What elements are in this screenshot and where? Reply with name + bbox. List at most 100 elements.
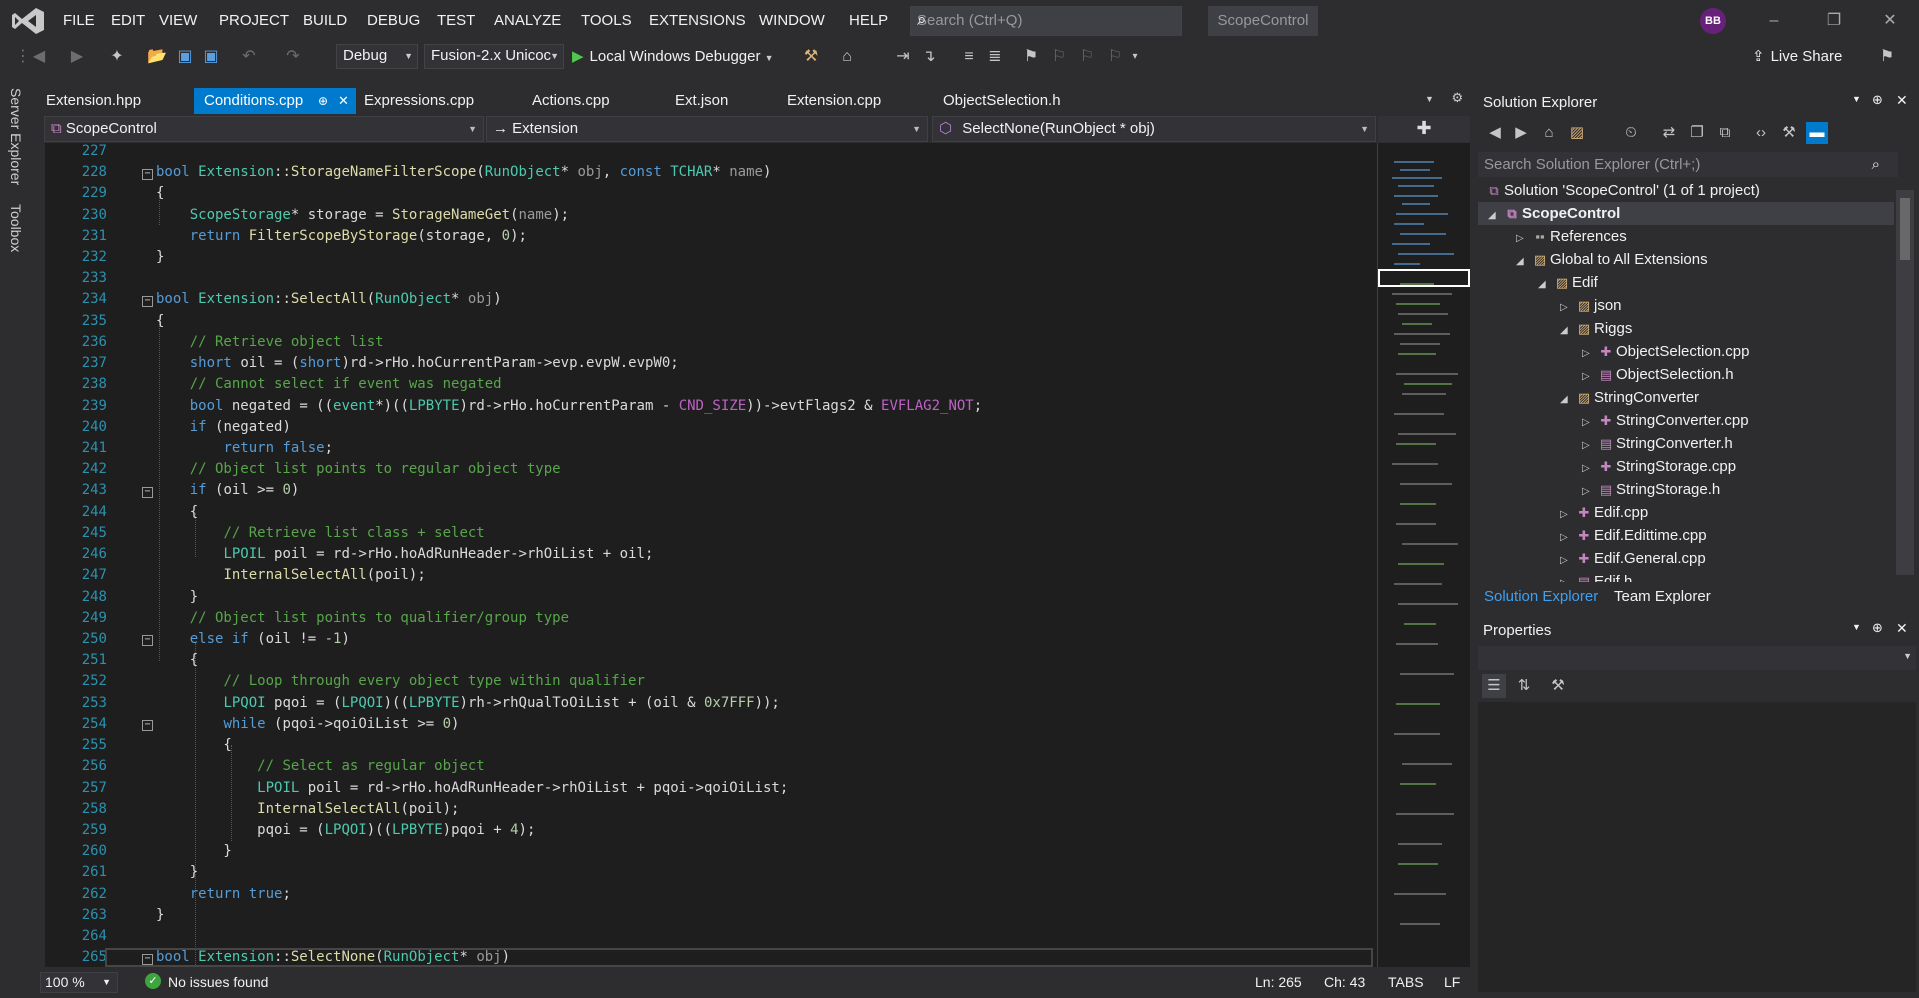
uncomment-lines-icon[interactable]: ≣	[984, 46, 1006, 68]
menu-test[interactable]: TEST	[428, 0, 484, 42]
menu-edit[interactable]: EDIT	[102, 0, 154, 42]
back-icon[interactable]: ◀	[1484, 122, 1506, 144]
tree-item-folder[interactable]: ▷ ▨ json	[1560, 294, 1622, 317]
collapse-toggle[interactable]: −	[142, 296, 153, 307]
tree-item-folder[interactable]: ◢ ▨ Global to All Extensions	[1516, 248, 1708, 271]
menu-extensions[interactable]: EXTENSIONS	[640, 0, 755, 42]
show-all-files-icon[interactable]: ⧉	[1714, 122, 1736, 144]
pin-icon[interactable]: ⊕	[318, 88, 328, 114]
indent-mode[interactable]: TABS	[1388, 974, 1424, 990]
alphabetical-icon[interactable]: ⇅	[1512, 674, 1536, 698]
gear-icon[interactable]: ⚙	[1452, 90, 1464, 105]
menu-build[interactable]: BUILD	[294, 0, 356, 42]
tab-actions-cpp[interactable]: Actions.cpp	[522, 88, 665, 114]
solution-explorer-search-input[interactable]: Search Solution Explorer (Ctrl+;) ⌕	[1478, 152, 1898, 177]
tree-item-file[interactable]: ▷ ✚ ObjectSelection.cpp	[1582, 340, 1749, 363]
property-pages-icon[interactable]: ⚒	[1546, 674, 1570, 698]
properties-object-select[interactable]: ▼	[1478, 646, 1916, 670]
forward-icon[interactable]: ▶	[1510, 122, 1532, 144]
categorized-icon[interactable]: ☰	[1482, 674, 1506, 698]
close-tab-icon[interactable]: ✕	[338, 88, 349, 114]
tab-team-explorer[interactable]: Team Explorer	[1614, 585, 1711, 609]
tab-ext-json[interactable]: Ext.json	[665, 88, 777, 114]
minimap-viewport[interactable]	[1378, 269, 1470, 287]
scrollbar-thumb[interactable]	[1900, 198, 1910, 260]
window-position-icon[interactable]: ▼	[1852, 94, 1861, 104]
collapse-toggle[interactable]: −	[142, 720, 153, 731]
menu-analyze[interactable]: ANALYZE	[485, 0, 570, 42]
menu-help[interactable]: HELP	[840, 0, 897, 42]
split-window-button[interactable]: ✚	[1378, 116, 1470, 142]
tree-item-solution[interactable]: ⧉ Solution 'ScopeControl' (1 of 1 project…	[1484, 179, 1760, 202]
line-ending[interactable]: LF	[1444, 974, 1460, 990]
member-navigation-select[interactable]: ⬡ SelectNone(RunObject * obj) ▼	[932, 116, 1376, 142]
tree-item-folder[interactable]: ◢ ▨ Edif	[1538, 271, 1598, 294]
collapse-all-icon[interactable]: ❐	[1686, 122, 1708, 144]
pending-changes-icon[interactable]: ⏲	[1620, 122, 1642, 144]
avatar[interactable]: BB	[1700, 8, 1726, 34]
step-over-icon[interactable]: ↴	[918, 46, 940, 68]
menu-debug[interactable]: DEBUG	[358, 0, 429, 42]
issues-status[interactable]: No issues found	[168, 974, 268, 990]
sync-icon[interactable]: ⇄	[1658, 122, 1680, 144]
solution-platform-select[interactable]: Fusion-2.x Unicoc ▼	[424, 44, 564, 69]
redo-icon[interactable]: ↷	[282, 46, 304, 68]
pin-icon[interactable]: ⊕	[1872, 92, 1883, 108]
code-editor[interactable]: − − − − − − 227 228 229 230 231 232 233 …	[45, 143, 1377, 967]
new-project-icon[interactable]: ✦	[106, 46, 128, 68]
tab-expressions-cpp[interactable]: Expressions.cpp	[354, 88, 522, 114]
menu-tools[interactable]: TOOLS	[572, 0, 641, 42]
close-panel-icon[interactable]: ✕	[1896, 92, 1908, 109]
tree-item-file[interactable]: ▷ ▤ StringConverter.h	[1582, 432, 1733, 455]
toolbar-overflow-icon[interactable]: ▾	[1124, 46, 1146, 68]
properties-wrench-icon[interactable]: ⚒	[1778, 122, 1800, 144]
open-file-icon[interactable]: 📂	[146, 46, 168, 68]
previous-bookmark-icon[interactable]: ⚐	[1048, 46, 1070, 68]
comment-lines-icon[interactable]: ≡	[958, 46, 980, 68]
feedback-icon[interactable]: ⚑	[1876, 46, 1898, 68]
tab-extension-cpp[interactable]: Extension.cpp	[777, 88, 933, 114]
browser-link-icon[interactable]: ⌂	[836, 46, 858, 68]
tree-item-file[interactable]: ▷ ✚ Edif.cpp	[1560, 501, 1648, 524]
bookmark-icon[interactable]: ⚑	[1020, 46, 1042, 68]
tree-item-references[interactable]: ▷ ▪▪ References	[1516, 225, 1627, 248]
collapse-toggle[interactable]: −	[142, 169, 153, 180]
save-all-icon[interactable]: ▣	[200, 46, 222, 68]
start-debugging-button[interactable]: ▶ Local Windows Debugger ▼	[572, 44, 774, 69]
minimap-scrollbar[interactable]	[1377, 143, 1470, 967]
tree-item-file[interactable]: ▷ ▤ ObjectSelection.h	[1582, 363, 1734, 386]
tree-item-file[interactable]: ▷ ✚ Edif.Edittime.cpp	[1560, 524, 1707, 547]
close-panel-icon[interactable]: ✕	[1896, 620, 1908, 637]
zoom-select[interactable]: 100 % ▼	[40, 972, 118, 993]
navigate-back-icon[interactable]: ◀	[28, 46, 50, 68]
tab-solution-explorer[interactable]: Solution Explorer	[1484, 585, 1598, 609]
scope-navigation-select[interactable]: → Extension ▼	[486, 116, 928, 142]
tree-item-file[interactable]: ▷ ✚ Edif.General.cpp	[1560, 547, 1706, 570]
preview-selected-icon[interactable]: ▬	[1806, 122, 1828, 144]
pin-icon[interactable]: ⊕	[1872, 620, 1883, 636]
toolbox-tab[interactable]: Toolbox	[8, 204, 24, 252]
home-icon[interactable]: ⌂	[1538, 122, 1560, 144]
step-into-icon[interactable]: ⇥	[892, 46, 914, 68]
restore-icon[interactable]: ❐	[1814, 8, 1854, 34]
solution-configuration-select[interactable]: Debug ▼	[336, 44, 418, 69]
menu-window[interactable]: WINDOW	[750, 0, 834, 42]
menu-project[interactable]: PROJECT	[210, 0, 298, 42]
undo-icon[interactable]: ↶	[238, 46, 260, 68]
close-window-icon[interactable]: ✕	[1870, 8, 1910, 34]
tree-item-file[interactable]: ▷ ✚ StringStorage.cpp	[1582, 455, 1736, 478]
live-share-button[interactable]: ⇪ Live Share	[1752, 44, 1842, 70]
tab-list-icon[interactable]: ▼	[1425, 94, 1434, 104]
tab-extension-hpp[interactable]: Extension.hpp	[36, 88, 194, 114]
tree-item-folder[interactable]: ◢ ▨ Riggs	[1560, 317, 1632, 340]
menu-file[interactable]: FILE	[54, 0, 104, 42]
next-bookmark-icon[interactable]: ⚐	[1076, 46, 1098, 68]
view-code-icon[interactable]: ‹›	[1750, 122, 1772, 144]
server-explorer-tab[interactable]: Server Explorer	[8, 88, 24, 185]
minimize-icon[interactable]: –	[1754, 8, 1794, 34]
menu-view[interactable]: VIEW	[150, 0, 206, 42]
tree-item-file[interactable]: ▷ ▤ StringStorage.h	[1582, 478, 1720, 501]
switch-views-icon[interactable]: ▨	[1566, 122, 1588, 144]
quick-search-input[interactable]: Search (Ctrl+Q) ⌕	[910, 6, 1182, 36]
project-navigation-select[interactable]: ⧉ ScopeControl ▼	[44, 116, 484, 142]
